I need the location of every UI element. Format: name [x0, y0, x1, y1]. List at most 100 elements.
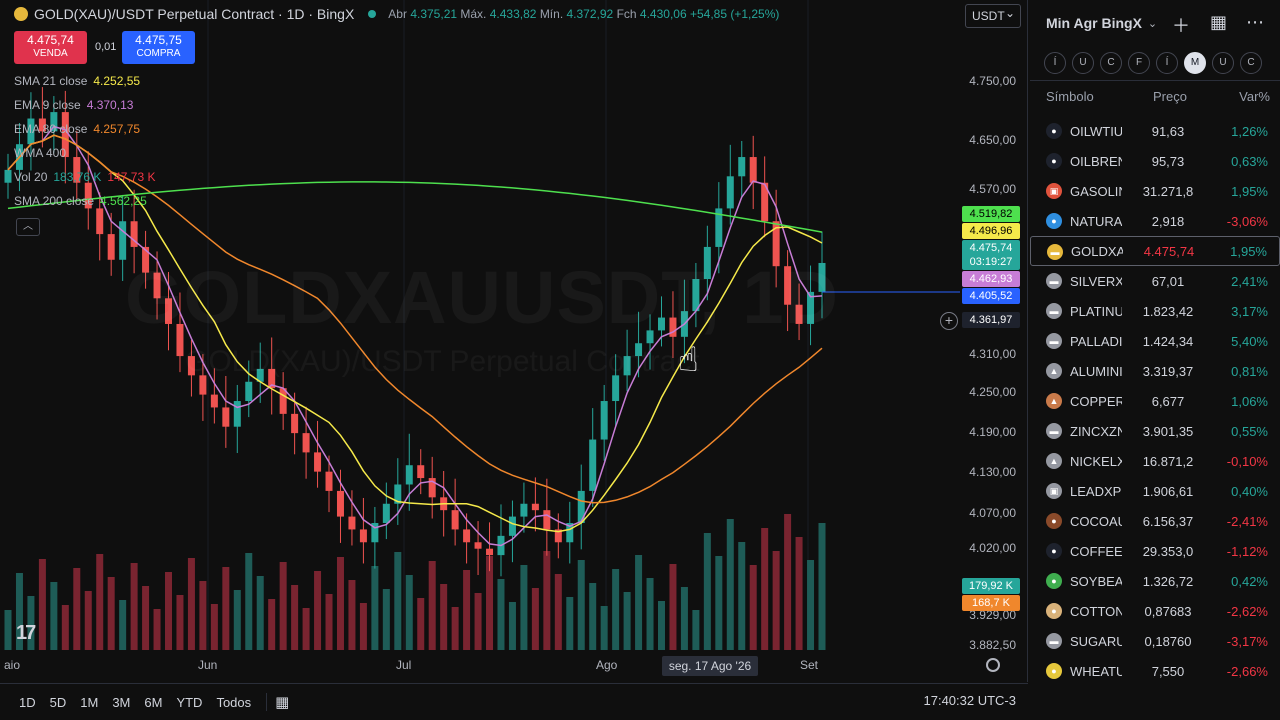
symbol-icon: ●: [1046, 603, 1062, 619]
indicator-item[interactable]: EMA 9 close 4.370,13: [14, 98, 133, 112]
volume-bar: [61, 605, 69, 650]
watchlist-header[interactable]: Min Agr BingX ⌄: [1030, 0, 1280, 46]
watchlist-row[interactable]: ● OILWTIU 91,63 1,26%: [1030, 116, 1280, 146]
volume-bar: [130, 563, 138, 650]
watchlist-row[interactable]: ▲ NICKELX 16.871,2 -0,10%: [1030, 446, 1280, 476]
add-alert-icon[interactable]: +: [940, 312, 958, 330]
advanced-view-icon[interactable]: ▦: [1210, 12, 1227, 33]
watchlist-row[interactable]: ● COTTON 0,87683 -2,62%: [1030, 596, 1280, 626]
symbol-name: PALLADI: [1070, 333, 1122, 349]
watchlist-filter-button[interactable]: C: [1100, 52, 1122, 74]
symbol-change: 0,55%: [1231, 423, 1268, 439]
watchlist-row[interactable]: ▣ GASOLIN 31.271,8 1,95%: [1030, 176, 1280, 206]
price-axis-label: 4.070,00: [969, 506, 1016, 520]
column-price[interactable]: Preço: [1130, 89, 1210, 104]
indicator-name: EMA 9 close: [14, 98, 81, 112]
symbol-icon: ●: [1046, 573, 1062, 589]
volume-bar: [440, 584, 448, 650]
volume-bar: [371, 566, 379, 650]
watchlist-row[interactable]: ▬ SUGARU 0,18760 -3,17%: [1030, 626, 1280, 656]
calendar-goto-icon[interactable]: ▦: [275, 693, 289, 711]
watchlist-filter-button[interactable]: M: [1184, 52, 1206, 74]
watchlist-row[interactable]: ▬ PLATINU 1.823,42 3,17%: [1030, 296, 1280, 326]
watchlist-row[interactable]: ● COFFEEU 29.353,0 -1,12%: [1030, 536, 1280, 566]
sell-button[interactable]: 4.475,74 VENDA: [14, 31, 87, 64]
watchlist-row[interactable]: ▬ ZINCXZN 3.901,35 0,55%: [1030, 416, 1280, 446]
collapse-indicators-button[interactable]: ︿: [16, 218, 40, 236]
range-button[interactable]: 5D: [43, 695, 74, 710]
watchlist-filter-button[interactable]: U: [1072, 52, 1094, 74]
candle-body: [451, 510, 459, 530]
volume-bar: [818, 523, 826, 650]
chart-clock[interactable]: 17:40:32 UTC-3: [924, 693, 1017, 708]
candle-body: [359, 529, 367, 543]
range-button[interactable]: 6M: [137, 695, 169, 710]
watchlist-filter-button[interactable]: Í: [1156, 52, 1178, 74]
app-window: GOLDXAUUSDT, 1D GOLD(XAU)/USDT Perpetual…: [0, 0, 1280, 720]
indicator-item[interactable]: SMA 200 close 4.562,25: [14, 194, 147, 208]
price-tag-value: 4.405,52: [969, 290, 1013, 302]
symbol-name: LEADXPI: [1070, 483, 1122, 499]
symbol-icon: ▬: [1046, 273, 1062, 289]
symbol-change: 3,17%: [1231, 303, 1268, 319]
volume-bar: [4, 610, 12, 650]
column-change[interactable]: Var%: [1210, 89, 1270, 104]
volume-bar: [84, 591, 92, 650]
chart-legend-title[interactable]: GOLD(XAU)/USDT Perpetual Contract · 1D ·…: [14, 6, 779, 22]
watchlist-filter-button[interactable]: Í: [1044, 52, 1066, 74]
range-button[interactable]: 3M: [105, 695, 137, 710]
symbol-name: NICKELX: [1070, 453, 1122, 469]
column-symbol[interactable]: Símbolo: [1030, 89, 1130, 104]
volume-bar: [635, 555, 643, 650]
price-tag-value: 4.462,93: [969, 273, 1013, 285]
range-button[interactable]: Todos: [209, 695, 258, 710]
watchlist-filter-button[interactable]: U: [1212, 52, 1234, 74]
volume-bar: [210, 604, 218, 650]
symbol-change: -2,66%: [1226, 663, 1268, 679]
chevron-down-icon[interactable]: ⌄: [1148, 17, 1157, 30]
symbol-title[interactable]: GOLD(XAU)/USDT Perpetual Contract · 1D ·…: [34, 6, 354, 22]
watchlist-row[interactable]: ● WHEATU 7,550 -2,66%: [1030, 656, 1280, 686]
symbol-price: 95,73: [1151, 153, 1185, 169]
symbol-name: COPPER: [1070, 393, 1122, 409]
candle-body: [210, 394, 218, 408]
symbol-name: OILBREN: [1070, 153, 1122, 169]
symbol-icon: ▬: [1046, 303, 1062, 319]
price-chart[interactable]: GOLDXAUUSDT, 1D GOLD(XAU)/USDT Perpetual…: [0, 0, 1028, 682]
volume-bar: [531, 588, 539, 650]
settings-gear-icon[interactable]: [986, 658, 1000, 672]
range-button[interactable]: 1D: [12, 695, 43, 710]
indicator-item[interactable]: SMA 21 close 4.252,55: [14, 74, 140, 88]
volume-bar: [348, 580, 356, 650]
volume-bar: [233, 590, 241, 650]
symbol-change: 1,06%: [1231, 393, 1268, 409]
indicator-item[interactable]: WMA 400: [14, 146, 72, 160]
volume-bar: [176, 595, 184, 650]
watchlist-row[interactable]: ▣ LEADXPI 1.906,61 0,40%: [1030, 476, 1280, 506]
watchlist-row[interactable]: ▲ COPPER 6,677 1,06%: [1030, 386, 1280, 416]
indicator-item[interactable]: Vol 20 183,76 K 147,73 K: [14, 170, 155, 184]
watchlist-row[interactable]: ● SOYBEAI 1.326,72 0,42%: [1030, 566, 1280, 596]
watchlist-filter-button[interactable]: C: [1240, 52, 1262, 74]
watchlist-row[interactable]: ▲ ALUMINI 3.319,37 0,81%: [1030, 356, 1280, 386]
watchlist-row[interactable]: ● OILBREN 95,73 0,63%: [1030, 146, 1280, 176]
range-button[interactable]: 1M: [73, 695, 105, 710]
watchlist-row[interactable]: ▬ PALLADI 1.424,34 5,40%: [1030, 326, 1280, 356]
watchlist-row[interactable]: ▬ GOLDXA 4.475,74 1,95%: [1030, 236, 1280, 266]
candle-body: [4, 169, 12, 183]
buy-button[interactable]: 4.475,75 COMPRA: [122, 31, 195, 64]
more-icon[interactable]: ⋯: [1246, 12, 1264, 33]
watchlist-filter-button[interactable]: F: [1128, 52, 1150, 74]
volume-bar: [359, 603, 367, 650]
watchlist-title[interactable]: Min Agr BingX: [1046, 15, 1142, 31]
quote-currency-select[interactable]: USDT: [965, 2, 1021, 28]
watchlist-row[interactable]: ● COCOAU 6.156,37 -2,41%: [1030, 506, 1280, 536]
range-button[interactable]: YTD: [169, 695, 209, 710]
indicator-item[interactable]: EMA 80 close 4.257,75: [14, 122, 140, 136]
symbol-change: 0,63%: [1231, 153, 1268, 169]
add-symbol-icon[interactable]: ＋: [1172, 12, 1190, 38]
watchlist-row[interactable]: ● NATURA 2,918 -3,06%: [1030, 206, 1280, 236]
watchlist-row[interactable]: ▬ SILVERX 67,01 2,41%: [1030, 266, 1280, 296]
chart-canvas[interactable]: [0, 0, 1028, 682]
volume-bar: [417, 598, 425, 650]
